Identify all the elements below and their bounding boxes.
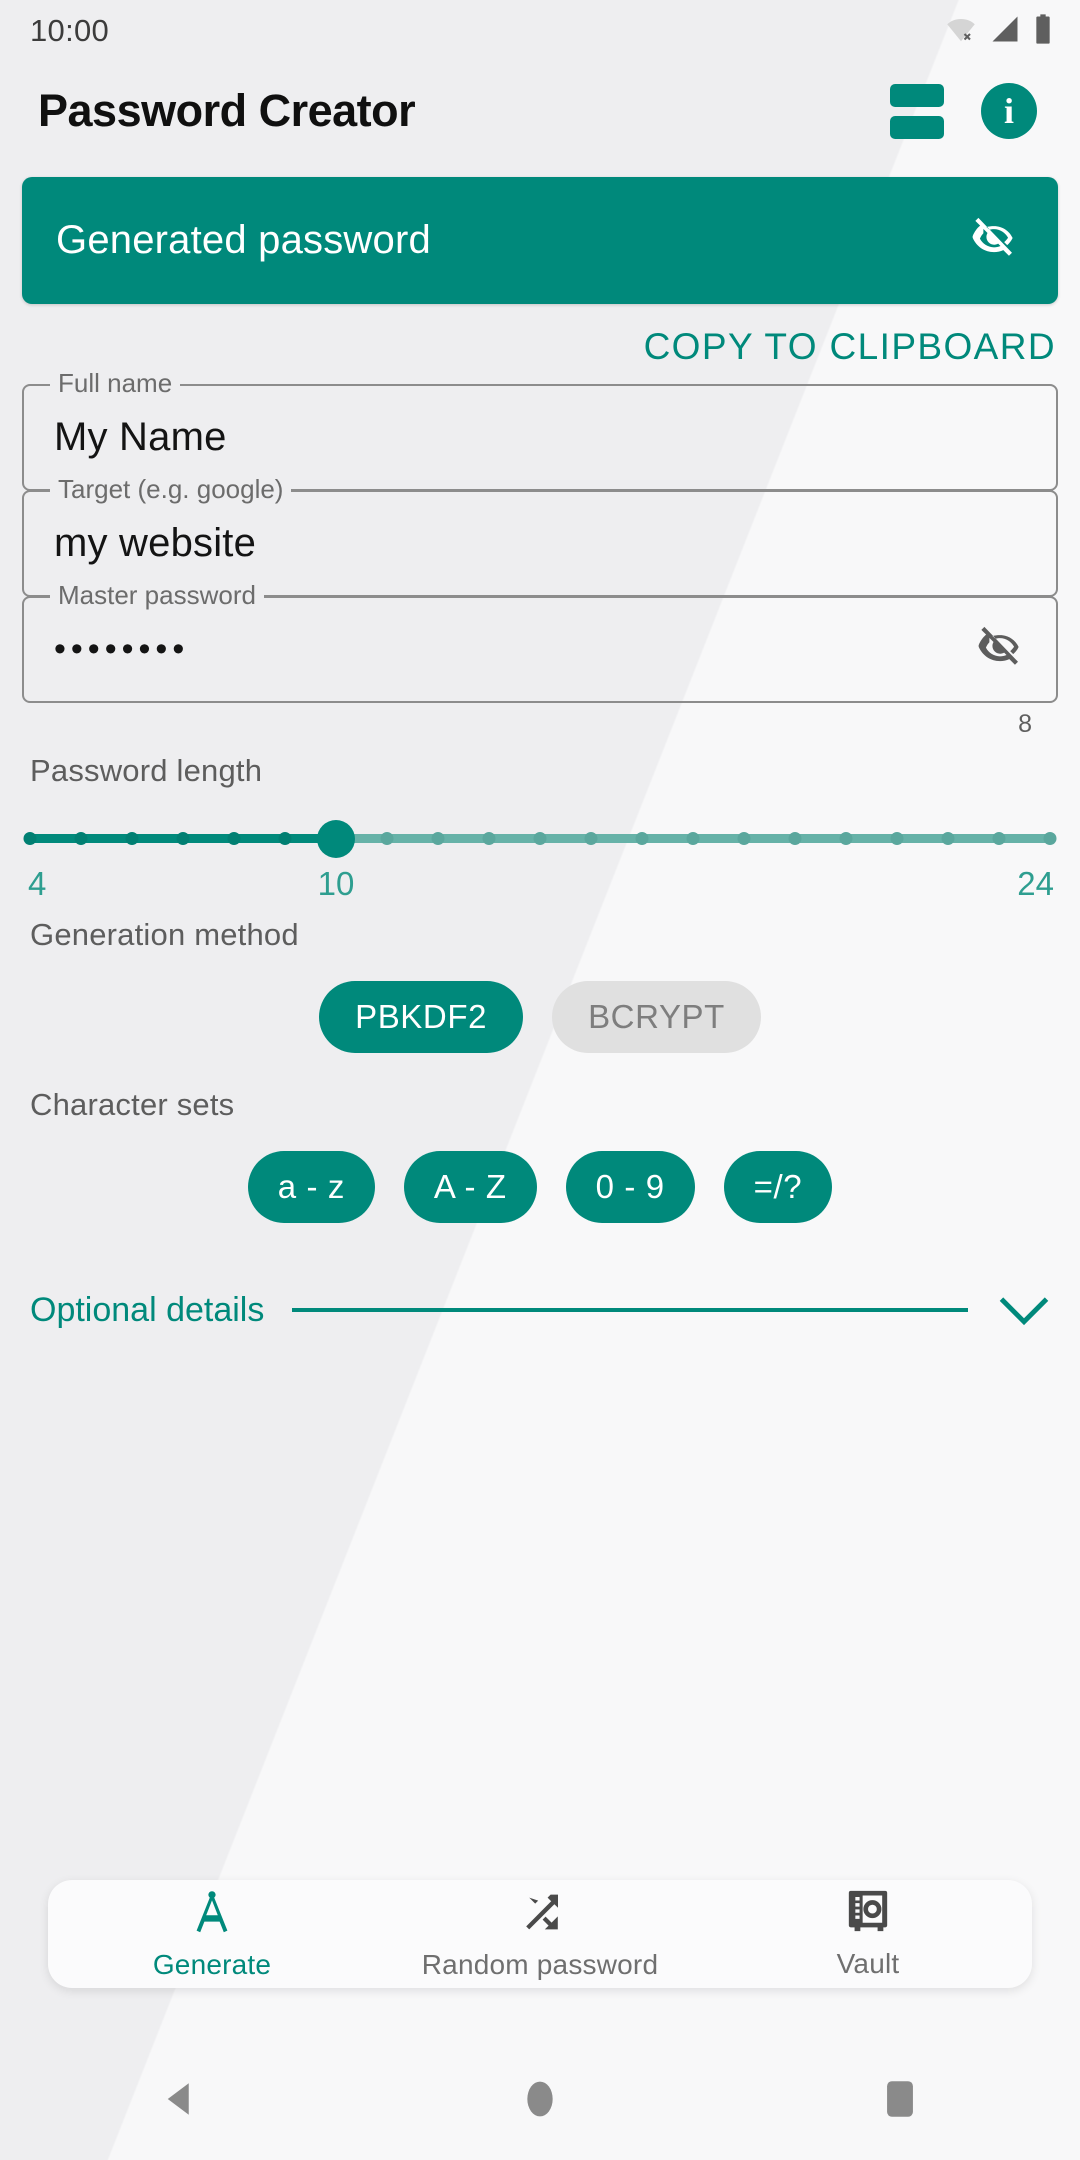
- full-name-value: My Name: [54, 415, 227, 459]
- full-name-label: Full name: [50, 370, 181, 396]
- nav-label-generate: Generate: [152, 1948, 272, 1980]
- chip-pbkdf2[interactable]: PBKDF2: [319, 981, 524, 1053]
- master-password-label: Master password: [50, 582, 264, 608]
- slider-tick: [74, 832, 88, 845]
- battery-icon: [1032, 13, 1054, 50]
- chip-digits[interactable]: 0 - 9: [565, 1151, 695, 1223]
- nav-item-vault[interactable]: Vault: [704, 1880, 1032, 1988]
- generation-method-label: Generation method: [30, 917, 299, 952]
- slider-tick: [788, 832, 802, 845]
- eye-off-icon[interactable]: [974, 621, 1026, 678]
- target-value: my website: [54, 521, 257, 565]
- slider-tick: [23, 832, 37, 845]
- shuffle-icon: [516, 1888, 564, 1941]
- info-button[interactable]: i: [980, 82, 1038, 140]
- chevron-down-icon[interactable]: [998, 1284, 1050, 1336]
- copy-to-clipboard-row: COPY TO CLIPBOARD: [0, 326, 1080, 368]
- slider-tick: [278, 832, 292, 845]
- page-title: Password Creator: [38, 85, 416, 136]
- square-icon: [883, 2078, 917, 2125]
- generated-password-placeholder: Generated password: [56, 218, 431, 262]
- password-length-section: Password length 4 10 24: [0, 753, 1080, 913]
- chip-uppercase[interactable]: A - Z: [403, 1151, 537, 1223]
- app-bar-actions: i: [888, 82, 1052, 140]
- slider-value-label: 10: [317, 865, 355, 902]
- chip-lowercase[interactable]: a - z: [247, 1151, 375, 1223]
- home-button[interactable]: [480, 2042, 600, 2160]
- slider-tick: [380, 832, 394, 845]
- wifi-off-icon: [944, 14, 978, 49]
- master-password-field[interactable]: Master password ••••••••: [22, 582, 1058, 703]
- app-screen: 10:00 Password Creator i Generated passw…: [0, 0, 1080, 2160]
- nav-item-random-password[interactable]: Random password: [376, 1880, 704, 1988]
- slider-max-label: 24: [1017, 865, 1054, 902]
- slider-tick: [533, 832, 547, 845]
- stacked-rows-icon: [890, 83, 944, 139]
- nav-label-random-password: Random password: [421, 1948, 659, 1980]
- password-length-label: Password length: [30, 753, 263, 788]
- slider-tick: [584, 832, 598, 845]
- slider-tick: [686, 832, 700, 845]
- slider-tick: [839, 832, 853, 845]
- character-sets-label: Character sets: [30, 1087, 235, 1122]
- status-bar-icons: [944, 13, 1054, 50]
- character-sets-section: Character sets a - z A - Z 0 - 9 =/?: [0, 1087, 1080, 1223]
- slider-min-label: 4: [28, 865, 47, 902]
- slider-tick: [890, 832, 904, 845]
- slider-tick: [125, 832, 139, 845]
- slider-tick: [176, 832, 190, 845]
- optional-details-divider: [292, 1308, 968, 1312]
- generated-password-field[interactable]: Generated password: [22, 177, 1058, 304]
- status-bar-clock: 10:00: [30, 13, 110, 48]
- recents-button[interactable]: [840, 2042, 960, 2160]
- app-bar: Password Creator i: [0, 62, 1080, 160]
- password-length-slider[interactable]: [0, 820, 1080, 858]
- slider-tick: [431, 832, 445, 845]
- eye-off-icon[interactable]: [968, 212, 1020, 269]
- generated-password-section: Generated password: [0, 177, 1080, 304]
- optional-details-row[interactable]: Optional details: [0, 1275, 1080, 1345]
- nav-label-vault: Vault: [836, 1947, 900, 1979]
- chip-symbols[interactable]: =/?: [723, 1151, 833, 1223]
- slider-tick: [737, 832, 751, 845]
- copy-to-clipboard-button[interactable]: COPY TO CLIPBOARD: [644, 326, 1056, 368]
- bottom-navigation-bar: Generate Random password Vault: [48, 1880, 1032, 1988]
- master-password-counter: 8: [1018, 710, 1032, 738]
- generation-method-section: Generation method PBKDF2 BCRYPT: [0, 917, 1080, 1053]
- circle-icon: [521, 2078, 559, 2125]
- slider-tick: [635, 832, 649, 845]
- back-button[interactable]: [120, 2042, 240, 2160]
- input-fields-group: Full name My Name Target (e.g. google) m…: [0, 370, 1080, 739]
- stacked-rows-button[interactable]: [888, 82, 946, 140]
- safe-icon: [846, 1889, 890, 1940]
- character-sets-chips: a - z A - Z 0 - 9 =/?: [0, 1151, 1080, 1223]
- slider-tick: [941, 832, 955, 845]
- chip-bcrypt[interactable]: BCRYPT: [552, 981, 761, 1053]
- slider-tick: [992, 832, 1006, 845]
- status-bar: 10:00: [0, 0, 1080, 62]
- slider-tick: [482, 832, 496, 845]
- optional-details-label: Optional details: [30, 1290, 265, 1329]
- generation-method-chips: PBKDF2 BCRYPT: [0, 981, 1080, 1053]
- slider-tick: [227, 832, 241, 845]
- master-password-value: ••••••••: [54, 630, 190, 668]
- triangle-left-icon: [159, 2078, 201, 2125]
- slider-tick: [1043, 832, 1057, 845]
- system-navigation-bar: [0, 2042, 1080, 2160]
- nav-item-generate[interactable]: Generate: [48, 1880, 376, 1988]
- compass-icon: [188, 1888, 236, 1941]
- slider-scale: 4 10 24: [0, 865, 1080, 913]
- info-icon: i: [981, 83, 1037, 139]
- cellular-signal-icon: [989, 14, 1021, 49]
- target-label: Target (e.g. google): [50, 476, 292, 502]
- slider-thumb[interactable]: [317, 820, 355, 858]
